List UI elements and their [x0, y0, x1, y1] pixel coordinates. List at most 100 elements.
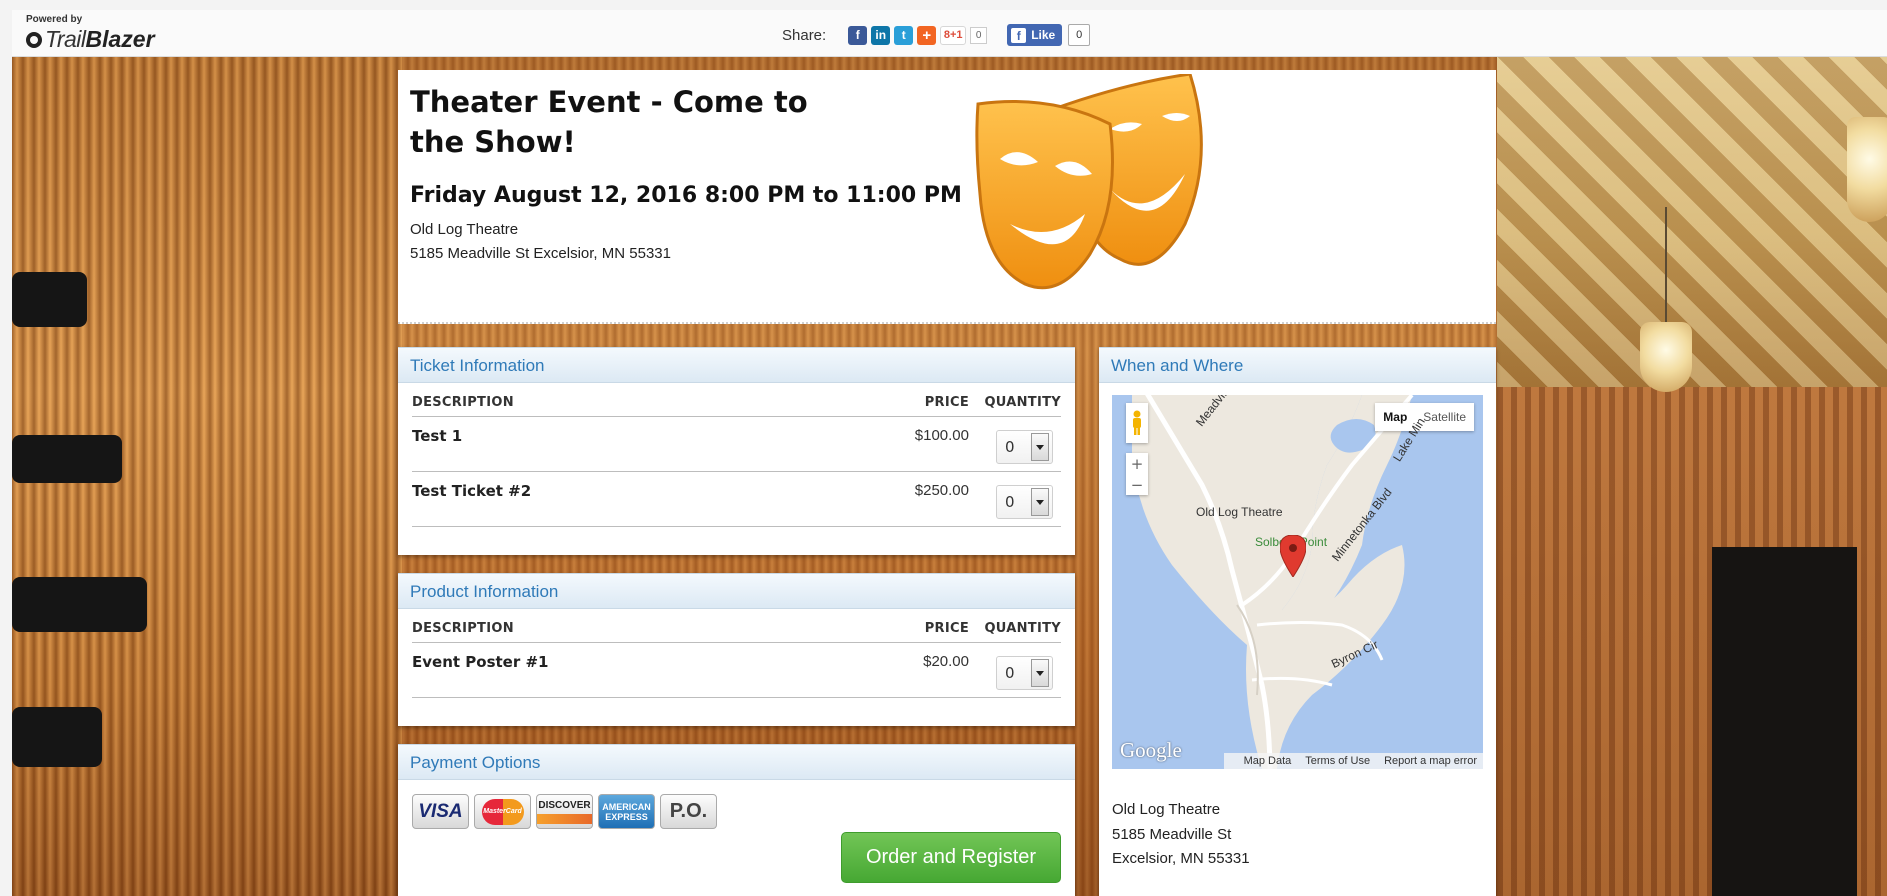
amex-card-icon: AMERICAN EXPRESS	[598, 794, 655, 829]
amex-label: AMERICAN EXPRESS	[602, 802, 651, 822]
event-address: 5185 Meadville St Excelsior, MN 55331	[410, 245, 671, 262]
when-and-where-heading: When and Where	[1099, 347, 1496, 383]
column-price: PRICE	[924, 395, 969, 410]
ticket-information-heading: Ticket Information	[398, 347, 1075, 383]
stage-light-3	[12, 577, 147, 632]
purchase-order-card-icon: P.O.	[660, 794, 717, 829]
where-venue: Old Log Theatre	[1112, 801, 1221, 818]
product-table-header: DESCRIPTION PRICE QUANTITY	[412, 613, 1061, 643]
chevron-down-icon	[1031, 433, 1049, 461]
terms-of-use-link[interactable]: Terms of Use	[1305, 755, 1370, 767]
logo-wordmark: Trail Blazer	[26, 26, 155, 53]
amex-line-2: EXPRESS	[605, 811, 648, 822]
map-footer: Map Data Terms of Use Report a map error	[1223, 753, 1483, 769]
stage-light-1	[12, 272, 87, 327]
chandelier-chain-1	[1665, 207, 1667, 327]
column-quantity: QUANTITY	[984, 621, 1061, 636]
chevron-down-icon	[1031, 488, 1049, 516]
product-description: Event Poster #1	[412, 653, 549, 671]
stage-light-2	[12, 435, 122, 483]
chandelier-1	[1640, 322, 1692, 392]
facebook-icon[interactable]: f	[848, 25, 868, 45]
column-quantity: QUANTITY	[984, 395, 1061, 410]
amex-line-1: AMERICAN	[602, 801, 651, 812]
google-plus-count: 0	[970, 26, 988, 44]
ticket-table: DESCRIPTION PRICE QUANTITY Test 1 $100.0…	[412, 387, 1061, 527]
column-price: PRICE	[924, 621, 969, 636]
table-row: Event Poster #1 $20.00 0	[412, 643, 1061, 698]
map-zoom-control: + −	[1126, 453, 1148, 495]
chevron-down-icon	[1031, 659, 1049, 687]
map-marker-icon[interactable]	[1280, 535, 1306, 577]
discover-card-icon: DISCOVER	[536, 794, 593, 829]
theater-masks-icon	[975, 74, 1203, 290]
google-plus-button[interactable]: 8+1	[940, 25, 967, 45]
facebook-like-label: Like	[1031, 28, 1056, 42]
quantity-value: 0	[1005, 438, 1015, 456]
event-title: Theater Event - Come to the Show!	[410, 85, 808, 159]
facebook-like-button[interactable]: f Like	[1007, 24, 1063, 46]
discover-label: DISCOVER	[538, 799, 591, 811]
where-street: 5185 Meadville St	[1112, 826, 1232, 843]
payment-options-heading: Payment Options	[398, 744, 1075, 780]
ticket-price: $100.00	[914, 427, 969, 444]
street-view-pegman-icon[interactable]	[1126, 403, 1148, 443]
trailblazer-logo-icon	[26, 31, 42, 48]
trailblazer-logo[interactable]: Powered by Trail Blazer	[26, 14, 155, 53]
product-information-panel: Product Information DESCRIPTION PRICE QU…	[398, 573, 1075, 726]
quantity-value: 0	[1005, 493, 1015, 511]
addthis-icon[interactable]: +	[917, 25, 937, 45]
visa-card-icon: VISA	[412, 794, 469, 829]
mastercard-card-icon: MasterCard	[474, 794, 531, 829]
map-data-link[interactable]: Map Data	[1244, 755, 1292, 767]
pegman-figure	[1133, 410, 1141, 435]
zoom-in-button[interactable]: +	[1131, 455, 1144, 473]
map-label-theatre: Old Log Theatre	[1196, 505, 1283, 519]
logo-blazer-text: Blazer	[85, 26, 155, 52]
ticket-price: $250.00	[914, 482, 969, 499]
when-and-where-panel: When and Where + − Map Satellite Meadvil…	[1099, 347, 1496, 896]
twitter-icon[interactable]: t	[894, 25, 914, 45]
facebook-f-icon: f	[1011, 27, 1027, 43]
where-city: Excelsior, MN 55331	[1112, 850, 1250, 867]
event-header: Theater Event - Come to the Show! Friday…	[398, 70, 1496, 324]
report-map-error-link[interactable]: Report a map error	[1384, 755, 1477, 767]
product-information-heading: Product Information	[398, 573, 1075, 609]
table-row: Test 1 $100.00 0	[412, 417, 1061, 472]
google-logo: Google	[1120, 738, 1182, 762]
ticket-description: Test 1	[412, 427, 463, 445]
product-quantity-cell: 0	[969, 653, 1061, 697]
product-quantity-select[interactable]: 0	[996, 656, 1053, 690]
top-bar: Powered by Trail Blazer Share: f in t + 8…	[12, 10, 1887, 57]
mastercard-label: MasterCard	[481, 798, 524, 825]
linkedin-icon[interactable]: in	[871, 25, 891, 45]
share-label: Share:	[782, 26, 827, 44]
zoom-out-button[interactable]: −	[1131, 476, 1144, 494]
payment-card-list: VISA MasterCard DISCOVER AMERICAN EXPRESS…	[412, 794, 722, 829]
event-venue: Old Log Theatre	[410, 221, 519, 238]
ticket-information-panel: Ticket Information DESCRIPTION PRICE QUA…	[398, 347, 1075, 555]
column-description: DESCRIPTION	[412, 395, 514, 410]
order-and-register-button[interactable]: Order and Register	[841, 832, 1061, 883]
discover-stripe	[537, 813, 592, 824]
quantity-value: 0	[1005, 664, 1015, 682]
product-table: DESCRIPTION PRICE QUANTITY Event Poster …	[412, 613, 1061, 698]
powered-by-label: Powered by	[26, 14, 83, 25]
payment-options-panel: Payment Options VISA MasterCard DISCOVER…	[398, 744, 1075, 896]
ticket-quantity-select[interactable]: 0	[996, 485, 1053, 519]
ticket-quantity-select[interactable]: 0	[996, 430, 1053, 464]
logo-trail-text: Trail	[45, 26, 86, 52]
table-row: Test Ticket #2 $250.00 0	[412, 472, 1061, 527]
ticket-quantity-cell: 0	[969, 482, 1061, 526]
ticket-table-header: DESCRIPTION PRICE QUANTITY	[412, 387, 1061, 417]
google-map[interactable]: + − Map Satellite Meadville St Lake Min …	[1112, 395, 1483, 769]
column-description: DESCRIPTION	[412, 621, 514, 636]
stage-light-4	[12, 707, 102, 767]
product-price: $20.00	[923, 653, 969, 670]
ticket-description: Test Ticket #2	[412, 482, 532, 500]
chandelier-2	[1847, 117, 1887, 222]
event-date: Friday August 12, 2016 8:00 PM to 11:00 …	[410, 183, 962, 208]
facebook-like-count: 0	[1068, 24, 1091, 46]
ornate-ceiling	[1497, 57, 1887, 387]
ticket-quantity-cell: 0	[969, 427, 1061, 471]
